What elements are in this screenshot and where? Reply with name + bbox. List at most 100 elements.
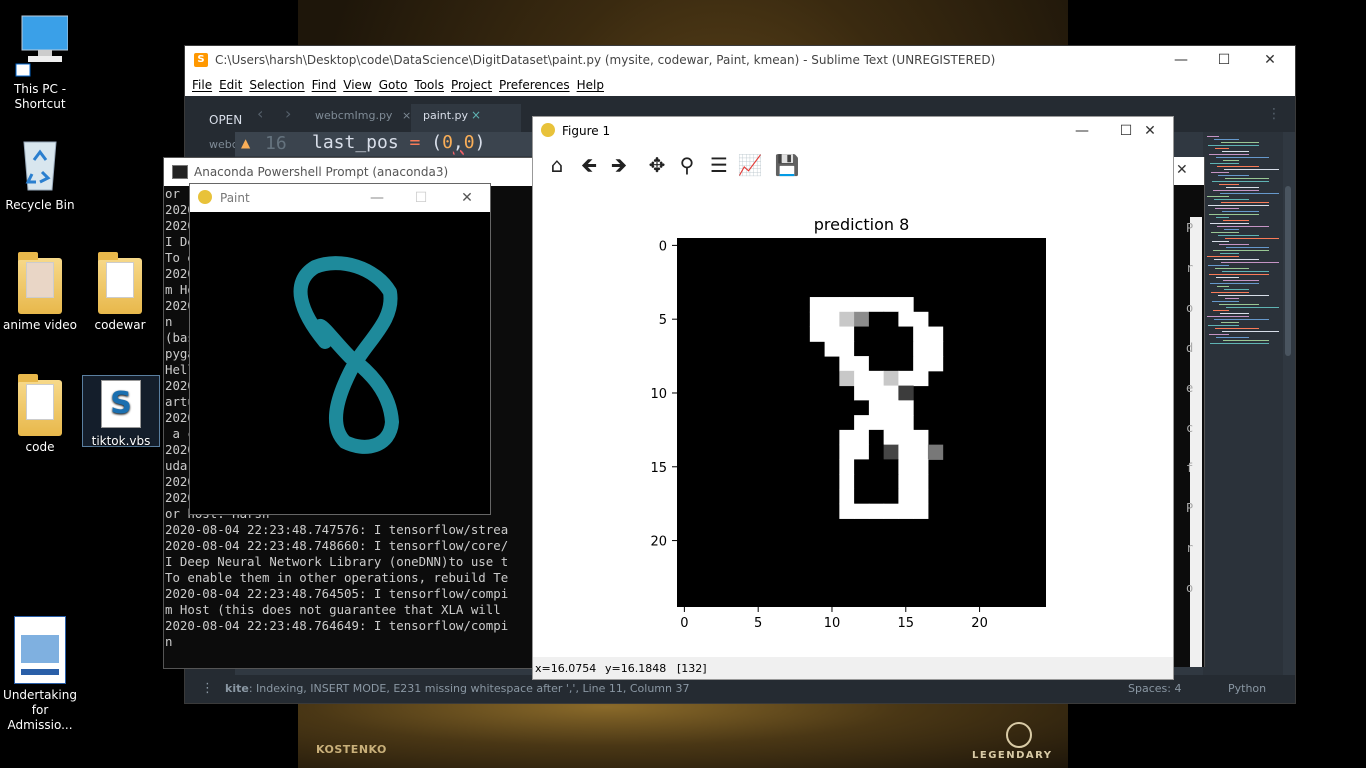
heatmap-cell — [839, 326, 855, 342]
paint-window[interactable]: Paint — ☐ ✕ — [189, 183, 491, 515]
save-icon[interactable]: 💾 — [773, 152, 801, 178]
matplotlib-figure-window[interactable]: Figure 1 — ☐ ✕ ⌂ 🡸 🡺 ✥ ⚲ ☰ 📈 💾 predictio… — [532, 116, 1174, 680]
minimap-line — [1211, 232, 1239, 233]
menu-project[interactable]: Project — [451, 78, 492, 92]
undertaking-document[interactable]: Undertaking for Admissio... — [2, 616, 78, 733]
heatmap-cell — [898, 370, 914, 387]
edit-axis-icon[interactable]: 📈 — [736, 152, 764, 178]
edge-letter: c — [1186, 421, 1194, 435]
window-title: Paint — [220, 191, 250, 205]
status-spaces[interactable]: Spaces: 4 — [1128, 682, 1181, 695]
sidebar-file-item[interactable]: webc — [209, 138, 238, 151]
icon-label: anime video — [3, 318, 77, 332]
scrollbar-thumb[interactable] — [1285, 186, 1291, 356]
menu-selection[interactable]: Selection — [249, 78, 304, 92]
x-tick-label: 0 — [680, 616, 688, 631]
anime-video-folder[interactable]: anime video — [2, 252, 78, 333]
heatmap-cell — [913, 459, 929, 475]
heatmap-cell — [854, 488, 870, 505]
heatmap-cell — [913, 429, 929, 446]
anaconda-scrollbar[interactable] — [1190, 217, 1202, 667]
menu-edit[interactable]: Edit — [219, 78, 242, 92]
minimap-line — [1214, 199, 1249, 200]
edge-letter: f — [1186, 461, 1194, 475]
heatmap-cell — [839, 370, 855, 387]
configure-subplots-icon[interactable]: ☰ — [705, 152, 733, 178]
recycle-bin[interactable]: Recycle Bin — [2, 132, 78, 213]
zoom-icon[interactable]: ⚲ — [673, 152, 701, 178]
minimap-line — [1207, 136, 1219, 137]
close-button[interactable]: ✕ — [444, 184, 490, 214]
tab-close-icon[interactable]: × — [471, 108, 481, 122]
heatmap-cell — [883, 415, 899, 431]
heatmap-cell — [883, 356, 899, 372]
menu-view[interactable]: View — [343, 78, 371, 92]
menu-help[interactable]: Help — [577, 78, 604, 92]
status-syntax[interactable]: Python — [1228, 682, 1266, 695]
codewar-folder[interactable]: codewar — [82, 252, 158, 333]
figure-canvas[interactable]: prediction 8 0 5 10 15 20 0 5 10 15 20 — [533, 185, 1173, 657]
minimap-line — [1213, 250, 1269, 251]
code-token: last_pos — [312, 132, 399, 153]
minimap-line — [1220, 313, 1249, 314]
minimap-line — [1209, 274, 1269, 275]
heatmap-cell — [883, 341, 899, 357]
heatmap-cell — [854, 503, 870, 519]
tab-close-icon[interactable]: × — [402, 109, 411, 122]
close-button[interactable]: ✕ — [1247, 46, 1293, 76]
pan-icon[interactable]: ✥ — [643, 152, 671, 178]
heatmap-cell — [913, 341, 929, 357]
heatmap-cell — [913, 326, 929, 342]
heatmap-cell — [854, 326, 870, 342]
tab-overflow-icon[interactable]: ⋮ — [1267, 106, 1281, 122]
heatmap-cell — [868, 459, 885, 475]
icon-label: tiktok.vbs — [91, 434, 151, 448]
edge-letter: P — [1186, 501, 1194, 515]
anaconda-close-icon[interactable]: ✕ — [1176, 162, 1188, 178]
minimap-line — [1216, 277, 1239, 278]
menu-file[interactable]: File — [192, 78, 212, 92]
heatmap-cell — [868, 311, 885, 328]
forward-arrow-icon[interactable]: 🡺 — [605, 152, 633, 178]
tab-back-icon[interactable]: ‹ — [257, 104, 263, 123]
minimap-line — [1217, 166, 1259, 167]
matplotlib-icon — [541, 123, 555, 137]
heatmap-cell — [898, 415, 914, 431]
back-arrow-icon[interactable]: 🡸 — [575, 152, 603, 178]
minimize-button[interactable]: — — [1158, 46, 1204, 76]
heatmap-cell — [883, 326, 899, 342]
maximize-button[interactable]: ☐ — [398, 184, 444, 214]
tab-forward-icon[interactable]: › — [285, 104, 291, 123]
heatmap-cell — [913, 311, 929, 328]
close-button[interactable]: ✕ — [1127, 117, 1173, 147]
wallpaper-bottom — [298, 700, 1068, 768]
edge-letter: d — [1186, 341, 1194, 355]
this-pc-shortcut[interactable]: This PC - Shortcut — [2, 12, 78, 112]
code-folder[interactable]: code — [2, 374, 78, 455]
menu-find[interactable]: Find — [312, 78, 337, 92]
maximize-button[interactable]: ☐ — [1201, 46, 1247, 76]
sublime-titlebar: S C:\Users\harsh\Desktop\code\DataScienc… — [185, 46, 1295, 76]
tab-webcmimg[interactable]: webcmImg.py × — [315, 109, 411, 122]
tab-label: paint.py — [423, 109, 469, 122]
menu-tools[interactable]: Tools — [414, 78, 444, 92]
terminal-line: 2020-08-04 22:23:48.748660: I tensorflow… — [165, 538, 509, 553]
paint-canvas[interactable] — [190, 212, 490, 514]
status-menu-icon[interactable]: ⋮ — [201, 681, 214, 696]
minimap-line — [1208, 205, 1269, 206]
y-tick-label: 10 — [650, 387, 667, 402]
tiktok-vbs[interactable]: S tiktok.vbs — [82, 375, 160, 448]
y-tick-label: 20 — [650, 535, 667, 550]
minimize-button[interactable]: — — [354, 184, 400, 214]
minimap[interactable] — [1203, 132, 1283, 675]
legendary-logo-icon — [1006, 722, 1032, 748]
figure-toolbar: ⌂ 🡸 🡺 ✥ ⚲ ☰ 📈 💾 — [533, 145, 1173, 186]
paint-titlebar: Paint — ☐ ✕ — [190, 184, 490, 212]
tab-paint[interactable]: paint.py × — [411, 104, 521, 132]
heatmap-cell — [854, 385, 870, 401]
minimap-line — [1215, 148, 1229, 149]
menu-goto[interactable]: Goto — [379, 78, 408, 92]
menu-preferences[interactable]: Preferences — [499, 78, 570, 92]
minimap-line — [1218, 175, 1249, 176]
home-icon[interactable]: ⌂ — [543, 152, 571, 178]
